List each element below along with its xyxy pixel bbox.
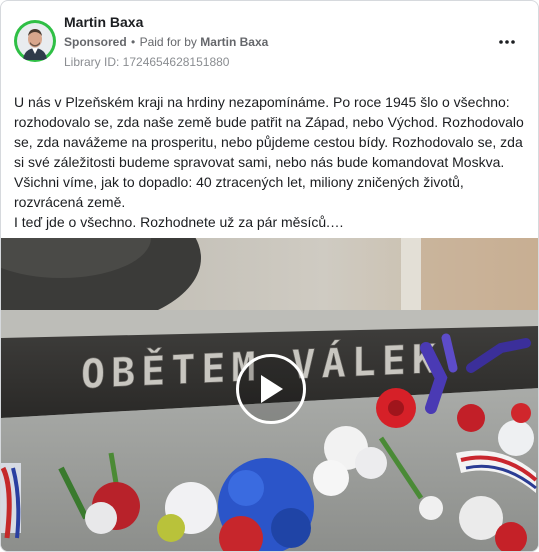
library-id: Library ID: 1724654628151880 (64, 55, 230, 69)
play-button[interactable] (236, 354, 306, 424)
post-paragraph: U nás v Plzeňském kraji na hrdiny nezapo… (14, 94, 524, 210)
post-paragraph: I teď jde o všechno. Rozhodnete už za pá… (14, 214, 345, 230)
more-horizontal-icon (499, 40, 515, 44)
ad-card: Martin Baxa Sponsored • Paid for by Mart… (0, 0, 539, 552)
post-header: Martin Baxa Sponsored • Paid for by Mart… (1, 1, 538, 81)
separator-dot: • (131, 35, 136, 49)
paid-for-prefix: Paid for by (139, 35, 197, 49)
post-body: U nás v Plzeňském kraji na hrdiny nezapo… (14, 92, 529, 232)
ad-meta: Sponsored • Paid for by Martin Baxa (64, 35, 268, 49)
sponsored-label: Sponsored (64, 35, 127, 49)
paid-for-name[interactable]: Martin Baxa (200, 35, 268, 49)
more-options-button[interactable] (498, 33, 516, 44)
avatar-portrait (17, 23, 53, 60)
author-name[interactable]: Martin Baxa (64, 14, 143, 30)
play-icon (261, 375, 283, 403)
avatar[interactable] (14, 20, 56, 62)
